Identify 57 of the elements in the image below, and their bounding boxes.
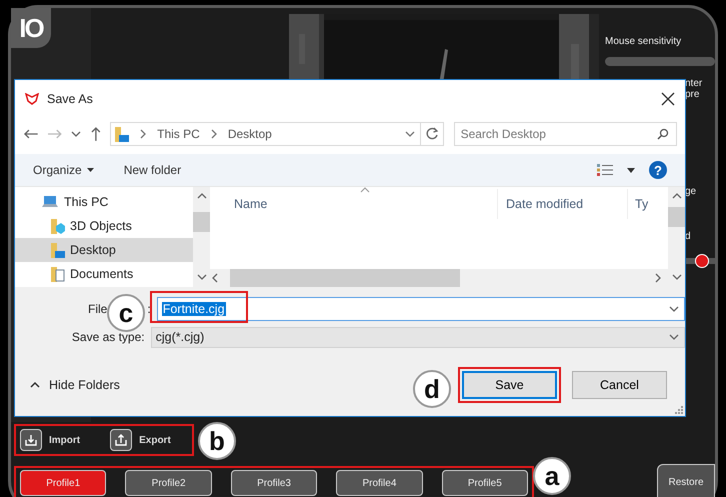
import-icon [25, 434, 37, 446]
tree-item[interactable]: 3D Objects [15, 214, 193, 238]
cancel-button[interactable]: Cancel [572, 371, 667, 399]
search-field[interactable]: Search Desktop [454, 122, 678, 146]
app-icon [25, 93, 39, 105]
new-folder-button[interactable]: New folder [124, 163, 182, 177]
field-label: Save as type: [70, 330, 146, 344]
computer-icon [41, 195, 59, 209]
desktop-folder-icon [51, 242, 65, 258]
profile-tab[interactable]: Profile1 [20, 470, 106, 496]
address-bar[interactable]: This PC Desktop [110, 122, 422, 146]
breadcrumb-item[interactable]: This PC [157, 127, 200, 141]
profile-tab[interactable]: Profile4 [336, 470, 423, 496]
tree-item[interactable]: Documents [15, 262, 193, 286]
view-list-icon[interactable] [597, 164, 613, 176]
resize-grip-icon[interactable] [675, 406, 683, 414]
caret-icon[interactable] [627, 168, 635, 172]
save-button[interactable]: Save [462, 371, 557, 399]
documents-folder-icon [51, 266, 65, 282]
search-icon [657, 128, 670, 140]
scrollbar-thumb[interactable] [668, 207, 685, 227]
up-arrow-icon[interactable] [90, 126, 102, 142]
export-icon [115, 434, 128, 446]
slider-track[interactable] [605, 57, 715, 66]
scrollbar-thumb[interactable] [193, 212, 210, 232]
column-header[interactable]: Date modified [497, 189, 627, 219]
profile-tab[interactable]: Profile3 [230, 470, 318, 496]
sort-icon [360, 187, 370, 193]
breadcrumb-item[interactable]: Desktop [228, 127, 272, 141]
organize-menu[interactable]: Organize [33, 163, 94, 177]
help-button[interactable]: ? [649, 161, 667, 179]
scrollbar-thumb[interactable] [230, 269, 460, 287]
close-icon[interactable] [661, 92, 675, 106]
refresh-button[interactable] [420, 122, 444, 146]
restore-button[interactable]: Restore [657, 464, 715, 497]
profile-tab[interactable]: Profile5 [442, 470, 528, 496]
tree-item[interactable]: Desktop [15, 238, 193, 262]
refresh-icon [424, 127, 439, 141]
slider-thumb[interactable] [695, 254, 709, 268]
setting-label: Mouse sensitivity [605, 36, 682, 47]
file-type-dropdown[interactable]: cjg(*.cjg) [150, 326, 685, 348]
back-arrow-icon[interactable] [23, 128, 39, 140]
file-name-field[interactable]: Fortnite.cjg [156, 297, 685, 321]
export-button[interactable]: Export [110, 429, 171, 451]
import-button[interactable]: Import [20, 429, 80, 451]
dialog-title: Save As [47, 92, 93, 106]
profile-tab[interactable]: Profile2 [125, 470, 212, 496]
column-header[interactable]: Name [210, 189, 497, 219]
folder-cube-icon [51, 218, 65, 234]
hide-folders-button[interactable]: Hide Folders [29, 378, 120, 392]
tree-item[interactable]: This PC [15, 190, 193, 214]
column-header[interactable]: Ty [627, 189, 648, 219]
caret-icon [86, 168, 94, 172]
field-label: : [147, 302, 151, 316]
app-logo: IO [11, 8, 51, 48]
field-label: File [88, 302, 108, 316]
desktop-folder-icon [115, 126, 130, 142]
